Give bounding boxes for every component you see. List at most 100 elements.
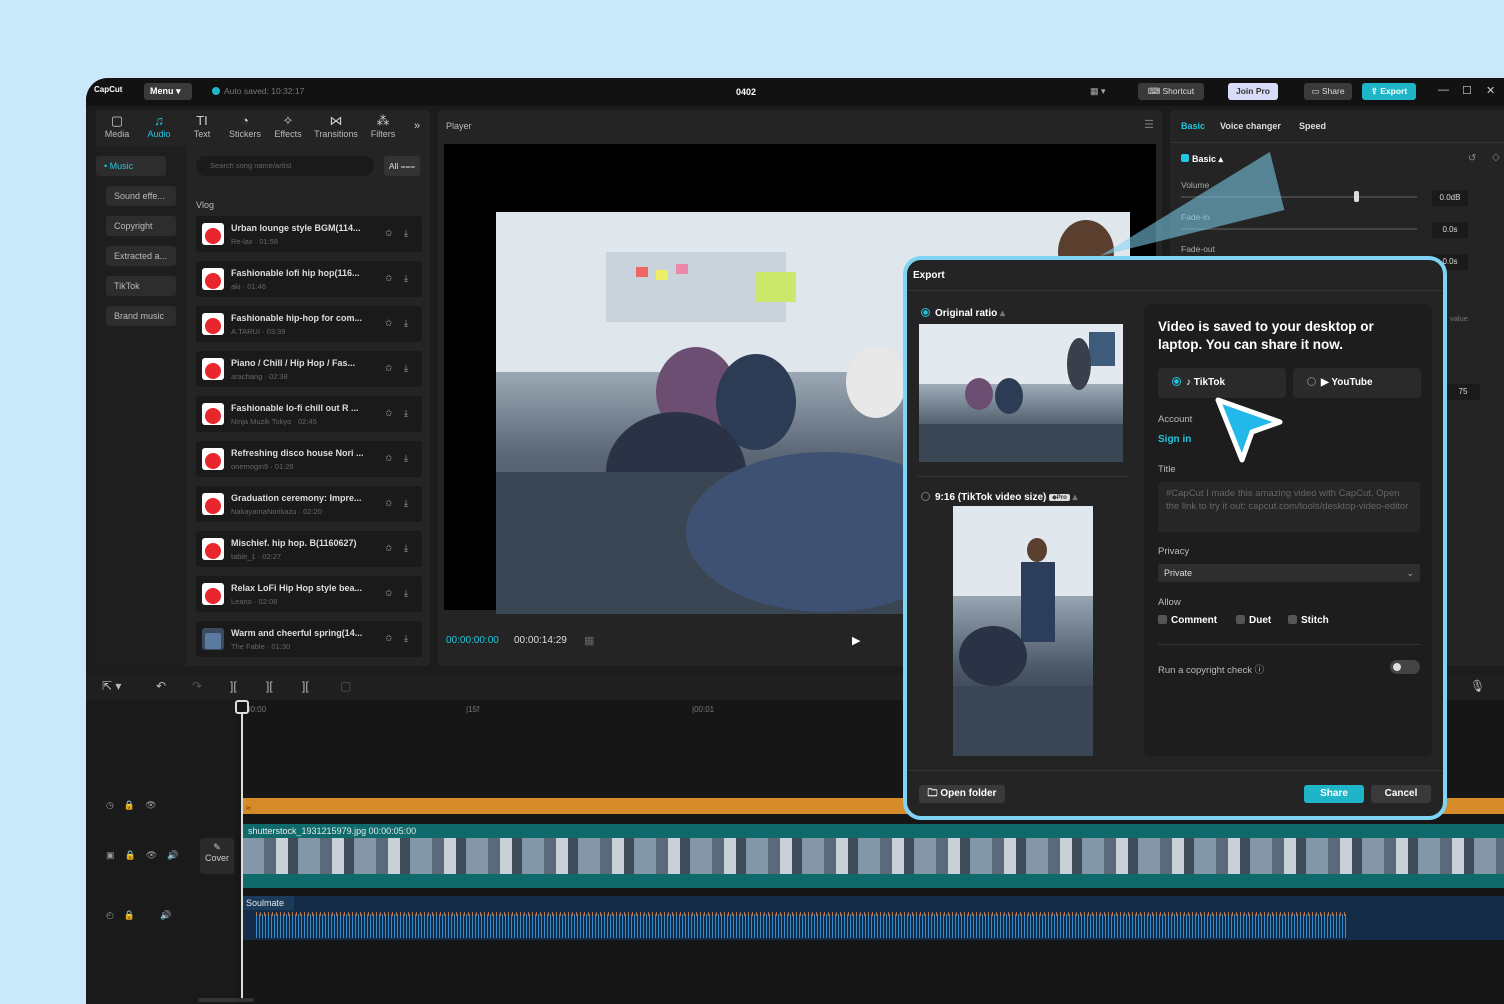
tiktok-size-option[interactable]: 9:16 (TikTok video size) ◆Pro ▴ bbox=[921, 492, 1078, 503]
tab-transitions[interactable]: ⋈ Transitions bbox=[314, 113, 358, 139]
duet-checkbox[interactable]: Duet bbox=[1236, 615, 1271, 626]
tab-text[interactable]: TI Text bbox=[182, 113, 222, 139]
video-clip-filmstrip[interactable] bbox=[242, 838, 1504, 874]
download-icon[interactable]: ⤓ bbox=[404, 273, 408, 284]
playhead-handle[interactable] bbox=[235, 700, 249, 714]
select-tool-icon[interactable]: ⇱ ▾ bbox=[102, 679, 121, 693]
open-folder-button[interactable]: 🗀 Open folder bbox=[919, 785, 1005, 803]
favorite-icon[interactable]: ✩ bbox=[385, 408, 393, 419]
fadein-slider[interactable] bbox=[1181, 228, 1417, 230]
filter-all-button[interactable]: All ⩶ bbox=[384, 156, 420, 176]
number-field[interactable]: 75 bbox=[1446, 384, 1480, 400]
list-item[interactable]: Fashionable lofi hip hop(116... aki · 01:… bbox=[196, 261, 422, 297]
download-icon[interactable]: ⤓ bbox=[404, 588, 408, 599]
undo-icon[interactable]: ↶ bbox=[156, 679, 166, 693]
download-icon[interactable]: ⤓ bbox=[404, 408, 408, 419]
sign-in-link[interactable]: Sign in bbox=[1158, 434, 1191, 445]
list-item[interactable]: Refreshing disco house Nori ... onemogin9… bbox=[196, 441, 422, 477]
favorite-icon[interactable]: ✩ bbox=[385, 588, 393, 599]
list-item[interactable]: Relax LoFi Hip Hop style bea... Leano · 0… bbox=[196, 576, 422, 612]
volume-slider-handle[interactable] bbox=[1354, 191, 1359, 202]
sidebar-item-extracted[interactable]: Extracted a... bbox=[106, 246, 176, 266]
more-tabs-icon[interactable]: » bbox=[414, 120, 420, 132]
minimize-icon[interactable]: — bbox=[1438, 84, 1449, 96]
split-right-icon[interactable]: ][ bbox=[302, 679, 309, 693]
basic-section-toggle[interactable]: Basic ▴ bbox=[1181, 154, 1223, 165]
layout-icon[interactable]: ▦ ▾ bbox=[1090, 86, 1106, 97]
privacy-select[interactable]: Private ⌄ bbox=[1158, 564, 1420, 582]
favorite-icon[interactable]: ✩ bbox=[385, 273, 393, 284]
cover-button[interactable]: ✎ Cover bbox=[200, 838, 234, 874]
sidebar-item-copyright[interactable]: Copyright bbox=[106, 216, 176, 236]
play-icon[interactable]: ▶ bbox=[852, 634, 860, 647]
shortcut-button[interactable]: ⌨ Shortcut bbox=[1138, 83, 1204, 100]
track-controls-effects[interactable]: ◷ 🔒 👁 bbox=[106, 800, 157, 811]
download-icon[interactable]: ⤓ bbox=[404, 228, 408, 239]
share-dialog-button[interactable]: Share bbox=[1304, 785, 1364, 803]
download-icon[interactable]: ⤓ bbox=[404, 633, 408, 644]
list-item[interactable]: Warm and cheerful spring(14... The Fable … bbox=[196, 621, 422, 657]
split-left-icon[interactable]: ][ bbox=[266, 679, 273, 693]
favorite-icon[interactable]: ✩ bbox=[385, 228, 393, 239]
close-icon[interactable]: ✕ bbox=[1486, 84, 1495, 97]
download-icon[interactable]: ⤓ bbox=[404, 453, 408, 464]
menu-button[interactable]: Menu ▾ bbox=[144, 83, 192, 100]
tiktok-option[interactable]: ♪ TikTok bbox=[1158, 368, 1286, 398]
list-item[interactable]: Urban lounge style BGM(114... Re-lax · 01… bbox=[196, 216, 422, 252]
sidebar-item-sound-effects[interactable]: Sound effe... bbox=[106, 186, 176, 206]
tab-filters[interactable]: ⁂ Filters bbox=[363, 113, 403, 139]
title-textarea[interactable]: #CapCut I made this amazing video with C… bbox=[1158, 482, 1420, 532]
tab-media[interactable]: ▢ Media bbox=[97, 113, 137, 139]
maximize-icon[interactable]: ☐ bbox=[1462, 84, 1472, 97]
track-controls-audio[interactable]: ◴ 🔒 🔊 bbox=[106, 910, 171, 921]
favorite-icon[interactable]: ✩ bbox=[385, 633, 393, 644]
tab-basic[interactable]: Basic bbox=[1181, 121, 1205, 131]
redo-icon[interactable]: ↷ bbox=[192, 679, 202, 693]
sidebar-item-brand-music[interactable]: Brand music bbox=[106, 306, 176, 326]
download-icon[interactable]: ⤓ bbox=[404, 318, 408, 329]
share-button[interactable]: ▭ Share bbox=[1304, 83, 1352, 100]
favorite-icon[interactable]: ✩ bbox=[385, 498, 393, 509]
tab-voice-changer[interactable]: Voice changer bbox=[1220, 121, 1281, 131]
download-icon[interactable]: ⤓ bbox=[404, 543, 408, 554]
fadein-value[interactable]: 0.0s bbox=[1432, 222, 1468, 238]
sidebar-item-music[interactable]: • Music bbox=[96, 156, 166, 176]
list-item[interactable]: Graduation ceremony: Impre... NakayamaNor… bbox=[196, 486, 422, 522]
list-item[interactable]: Fashionable hip-hop for com... A.TARUI · … bbox=[196, 306, 422, 342]
keyframe-icon[interactable]: ◇ bbox=[1492, 152, 1500, 163]
cancel-button[interactable]: Cancel bbox=[1371, 785, 1431, 803]
reset-icon[interactable]: ↺ bbox=[1468, 153, 1476, 164]
join-pro-button[interactable]: Join Pro bbox=[1228, 83, 1278, 100]
timecode-grid-icon[interactable]: ▦ bbox=[584, 634, 594, 647]
tab-stickers[interactable]: ◔ Stickers bbox=[225, 113, 265, 139]
youtube-option[interactable]: ▶ YouTube bbox=[1293, 368, 1421, 398]
copyright-check-toggle[interactable] bbox=[1390, 660, 1420, 674]
delete-icon[interactable]: ▢ bbox=[340, 679, 351, 693]
horizontal-scrollbar[interactable] bbox=[198, 998, 254, 1002]
favorite-icon[interactable]: ✩ bbox=[385, 318, 393, 329]
playhead[interactable] bbox=[241, 700, 243, 1000]
list-item[interactable]: Piano / Chill / Hip Hop / Fas... arachang… bbox=[196, 351, 422, 387]
export-button[interactable]: ⇪ Export bbox=[1362, 83, 1416, 100]
tab-speed[interactable]: Speed bbox=[1299, 121, 1326, 131]
tab-audio[interactable]: ♫ Audio bbox=[139, 113, 179, 139]
search-input[interactable]: Search song name/artist bbox=[196, 156, 374, 176]
tab-effects[interactable]: ✧ Effects bbox=[268, 113, 308, 139]
divider bbox=[1170, 142, 1504, 143]
volume-value[interactable]: 0.0dB bbox=[1432, 190, 1468, 206]
sidebar-item-tiktok[interactable]: TikTok bbox=[106, 276, 176, 296]
microphone-icon[interactable]: 🎙 bbox=[1470, 679, 1485, 693]
list-item[interactable]: Fashionable lo-fi chill out R ... Ninja M… bbox=[196, 396, 422, 432]
favorite-icon[interactable]: ✩ bbox=[385, 453, 393, 464]
stitch-checkbox[interactable]: Stitch bbox=[1288, 615, 1329, 626]
track-controls-video[interactable]: ▣ 🔒 👁 🔊 bbox=[106, 850, 178, 861]
download-icon[interactable]: ⤓ bbox=[404, 498, 408, 509]
player-menu-icon[interactable]: ☰ bbox=[1144, 118, 1154, 131]
list-item[interactable]: Mischief. hip hop. B(1160627) table_1 · 0… bbox=[196, 531, 422, 567]
download-icon[interactable]: ⤓ bbox=[404, 363, 408, 374]
comment-checkbox[interactable]: Comment bbox=[1158, 615, 1217, 626]
favorite-icon[interactable]: ✩ bbox=[385, 543, 393, 554]
split-icon[interactable]: ][ bbox=[230, 679, 237, 693]
favorite-icon[interactable]: ✩ bbox=[385, 363, 393, 374]
original-ratio-option[interactable]: Original ratio ▴ bbox=[921, 308, 1005, 319]
